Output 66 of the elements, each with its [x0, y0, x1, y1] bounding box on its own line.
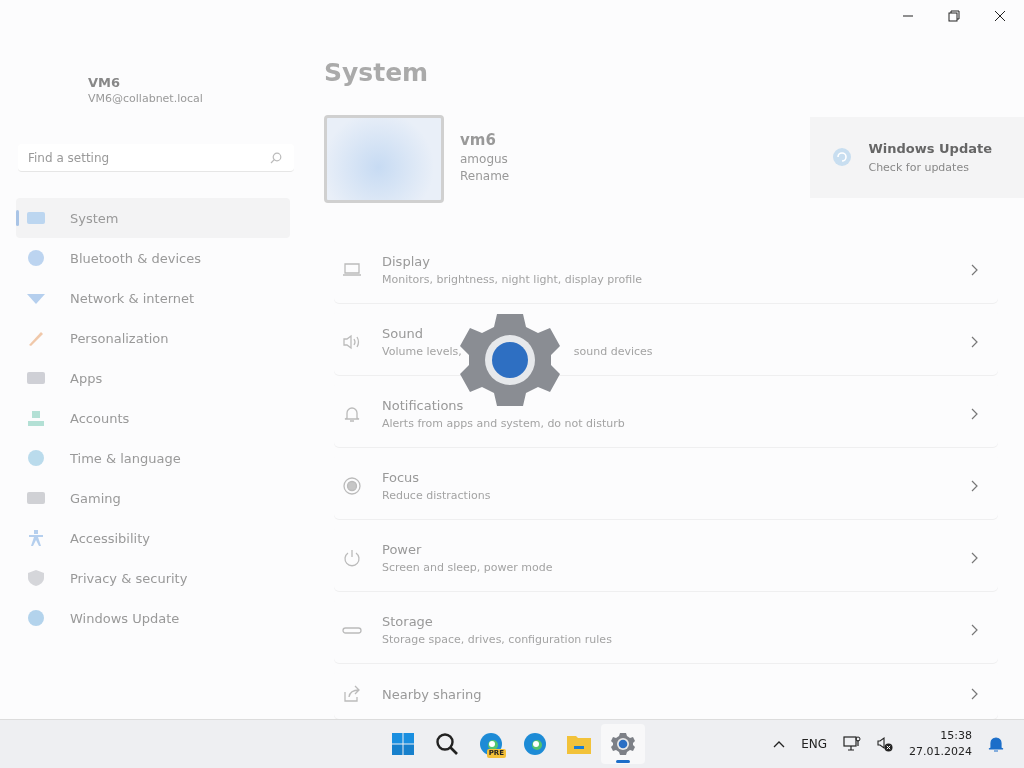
power-icon — [342, 548, 362, 568]
chevron-right-icon — [970, 552, 978, 564]
update-status: Check for updates — [868, 160, 970, 174]
device-model: amogus — [460, 152, 509, 166]
browser-icon — [479, 732, 503, 757]
chevron-right-icon — [970, 624, 978, 636]
chevron-right-icon — [970, 408, 978, 420]
accessibility-icon — [26, 529, 46, 547]
sidebar-item[interactable]: Personalization — [16, 318, 290, 358]
language-indicator[interactable]: ENG — [801, 737, 827, 752]
bell-icon[interactable] — [988, 735, 1004, 753]
setting-description: Screen and sleep, power mode — [382, 561, 553, 574]
chevron-right-icon — [970, 480, 978, 492]
chevron-right-icon — [970, 336, 978, 348]
sidebar-item[interactable]: Gaming — [16, 478, 290, 518]
setting-title: Nearby sharing — [382, 686, 483, 702]
setting-description: Monitors, brightness, night light, display profile — [382, 273, 643, 286]
windows-logo-icon — [391, 732, 415, 757]
sidebar-item[interactable]: Bluetooth & devices — [16, 238, 290, 278]
chevron-right-icon — [970, 264, 978, 276]
clock-date[interactable]: 27.01.2024 — [909, 744, 972, 761]
sidebar-item[interactable]: Windows Update — [16, 598, 290, 638]
rename-link[interactable]: Rename — [460, 169, 510, 183]
shield-icon — [26, 569, 46, 587]
setting-description: Alerts from apps and system, do not disturb — [382, 417, 625, 430]
setting-description: Reduce distractions — [382, 489, 491, 502]
setting-title: Notifications — [382, 398, 465, 413]
setting-title: Sound — [382, 326, 424, 341]
account-email: VM6@collabnet.local — [88, 92, 203, 105]
sidebar-item[interactable]: Network & internet — [16, 278, 290, 318]
gear-icon — [611, 732, 635, 757]
device-name: vm6 — [460, 131, 497, 149]
active-indicator — [616, 760, 630, 764]
setting-title: Focus — [382, 470, 421, 485]
focus-icon — [342, 476, 362, 496]
sidebar-item[interactable]: Time & language — [16, 438, 290, 478]
setting-description: sound devices — [573, 345, 653, 358]
folder-icon — [566, 733, 592, 756]
setting-title: Power — [382, 542, 423, 557]
close-icon[interactable] — [994, 10, 1006, 22]
sound-icon — [342, 332, 362, 352]
sidebar-item[interactable]: Apps — [16, 358, 290, 398]
selection-indicator — [16, 210, 19, 226]
browser-icon — [523, 732, 547, 757]
setting-description: Volume levels, — [382, 345, 462, 358]
sidebar-item[interactable]: System — [16, 198, 290, 238]
sidebar-item[interactable]: Privacy & security — [16, 558, 290, 598]
chevron-up-icon[interactable] — [773, 740, 786, 749]
setting-title: Storage — [382, 614, 434, 629]
muted-speaker-icon[interactable] — [877, 736, 893, 753]
bell-icon — [342, 404, 362, 424]
update-card[interactable]: Windows Update Check for updates — [810, 116, 1024, 198]
search-icon — [435, 732, 459, 757]
account-name: VM6 — [88, 75, 122, 90]
share-icon — [342, 684, 362, 705]
restore-icon[interactable] — [948, 10, 960, 22]
setting-description: Storage space, drives, configuration rules — [382, 633, 612, 646]
chevron-right-icon — [970, 688, 978, 701]
page-title: System — [324, 58, 430, 87]
search-icon — [270, 152, 282, 164]
clock-time[interactable]: 15:38 — [940, 728, 972, 745]
update-title: Windows Update — [868, 140, 992, 156]
sidebar-item[interactable]: Accounts — [16, 398, 290, 438]
sidebar-item[interactable]: Accessibility — [16, 518, 290, 558]
setting-title: Display — [382, 254, 431, 269]
brush-icon — [26, 329, 46, 347]
